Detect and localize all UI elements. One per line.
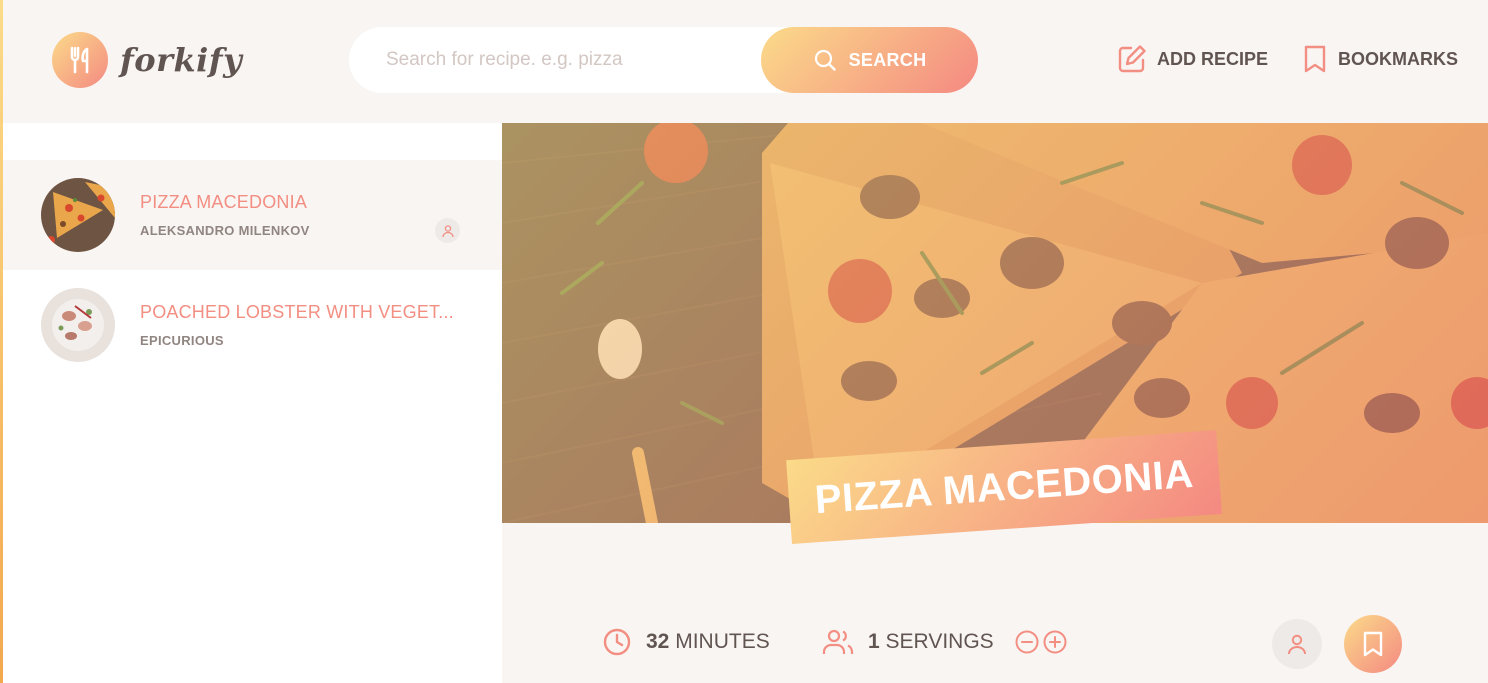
plus-circle-icon[interactable] xyxy=(1042,629,1068,655)
bookmark-recipe-button[interactable] xyxy=(1344,615,1402,673)
search-results: PIZZA MACEDONIA ALEKSANDRO MILENKOV POAC… xyxy=(3,123,502,683)
cooking-time-unit: MINUTES xyxy=(675,630,770,653)
search-button[interactable]: SEARCH xyxy=(761,27,978,93)
add-recipe-label: ADD RECIPE xyxy=(1157,48,1269,69)
header: forkify SEARCH ADD RECIPE BOOKMARKS xyxy=(3,0,1488,123)
bookmarks-button[interactable]: BOOKMARKS xyxy=(1302,44,1458,74)
bookmark-icon xyxy=(1304,45,1326,73)
result-publisher: ALEKSANDRO MILENKOV xyxy=(140,223,310,238)
logo[interactable]: forkify xyxy=(52,32,242,88)
edit-icon xyxy=(1118,45,1146,73)
result-title: POACHED LOBSTER WITH VEGET... xyxy=(140,302,454,322)
minus-circle-icon[interactable] xyxy=(1014,629,1040,655)
users-icon xyxy=(822,629,854,654)
search-form: SEARCH xyxy=(349,27,978,93)
recipe-details: 32 MINUTES 1 SERVINGS xyxy=(502,615,1488,673)
servings-unit: SERVINGS xyxy=(885,630,994,653)
servings: 1 SERVINGS xyxy=(822,617,1068,667)
user-generated-icon xyxy=(435,218,460,243)
search-icon xyxy=(814,49,836,71)
clock-icon xyxy=(603,628,631,656)
result-title: PIZZA MACEDONIA xyxy=(140,192,308,212)
add-recipe-button[interactable]: ADD RECIPE xyxy=(1117,44,1268,74)
result-thumbnail xyxy=(41,178,115,252)
cooking-time-value: 32 xyxy=(646,630,670,653)
logo-fork-knife-icon xyxy=(52,32,108,88)
bookmark-icon xyxy=(1363,631,1383,657)
search-input[interactable] xyxy=(386,49,746,71)
recipe-view: PIZZA MACEDONIA 32 MINUTES 1 SERVINGS xyxy=(502,123,1488,683)
user-generated-icon xyxy=(1272,619,1322,669)
result-item[interactable]: POACHED LOBSTER WITH VEGET... EPICURIOUS xyxy=(3,270,502,380)
result-thumbnail xyxy=(41,288,115,362)
bookmarks-label: BOOKMARKS xyxy=(1338,48,1458,69)
cooking-time: 32 MINUTES xyxy=(602,617,770,667)
result-publisher: EPICURIOUS xyxy=(140,333,224,348)
servings-value: 1 xyxy=(868,630,880,653)
search-button-label: SEARCH xyxy=(848,49,927,70)
result-item[interactable]: PIZZA MACEDONIA ALEKSANDRO MILENKOV xyxy=(3,160,502,270)
logo-text: forkify xyxy=(120,41,243,79)
